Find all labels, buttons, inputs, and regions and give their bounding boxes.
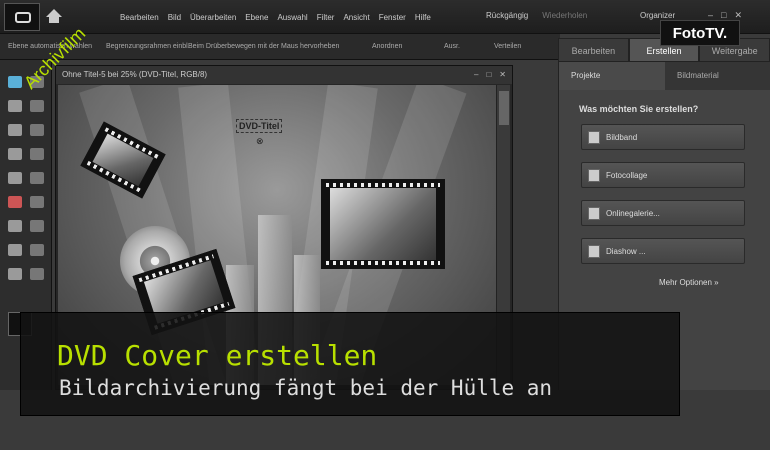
slideshow-button[interactable]: Diashow ...	[581, 238, 745, 264]
menu-hilfe[interactable]: Hilfe	[415, 13, 431, 22]
bounding-box-checkbox[interactable]: Begrenzungsrahmen einbl.	[106, 43, 190, 50]
menu-ueberarbeiten[interactable]: Überarbeiten	[190, 13, 236, 22]
photobook-label: Bildband	[606, 133, 638, 142]
gallery-icon	[588, 207, 600, 220]
eraser-tool-icon[interactable]	[30, 220, 44, 232]
paint-bucket-icon[interactable]	[8, 244, 22, 256]
photobook-button[interactable]: Bildband	[581, 124, 745, 150]
healing-brush-icon[interactable]	[30, 196, 44, 208]
slideshow-icon	[588, 245, 600, 258]
caption-subline: Bildarchivierung fängt bei der Hülle an	[59, 376, 553, 400]
transform-handle-icon[interactable]: ⊗	[256, 136, 264, 147]
doc-close-icon[interactable]: ✕	[499, 66, 506, 84]
menu-fenster[interactable]: Fenster	[379, 13, 406, 22]
tab-artwork[interactable]: Bildmaterial	[665, 62, 770, 90]
align-button[interactable]: Ausr.	[444, 43, 460, 50]
tab-projects[interactable]: Projekte	[559, 62, 665, 90]
more-options-label: Mehr Optionen	[659, 278, 712, 287]
highlight-on-hover-checkbox[interactable]: Beim Drüberbewegen mit der Maus hervorhe…	[188, 43, 339, 50]
collage-label: Fotocollage	[606, 171, 648, 180]
blur-tool-icon[interactable]	[8, 268, 22, 280]
film-frame-large[interactable]	[321, 179, 445, 269]
gradient-tool-icon[interactable]	[30, 244, 44, 256]
organizer-button[interactable]: Organizer	[640, 11, 675, 20]
red-eye-tool-icon[interactable]	[8, 196, 22, 208]
document-window-controls: – □ ✕	[474, 66, 506, 84]
panel-question: Was möchten Sie erstellen?	[579, 104, 699, 114]
caption-headline: DVD Cover erstellen	[57, 339, 378, 372]
menu-filter[interactable]: Filter	[317, 13, 335, 22]
magic-wand-icon[interactable]	[8, 124, 22, 136]
document-titlebar[interactable]: Ohne Titel-5 bei 25% (DVD-Titel, RGB/8) …	[56, 66, 512, 84]
fototv-logo: FotoTV.	[660, 20, 740, 46]
app-logo[interactable]	[4, 3, 40, 31]
menu-auswahl[interactable]: Auswahl	[277, 13, 307, 22]
selection-brush-icon[interactable]	[30, 124, 44, 136]
slideshow-label: Diashow ...	[606, 247, 646, 256]
brush-tool-icon[interactable]	[8, 220, 22, 232]
gallery-label: Onlinegalerie...	[606, 209, 660, 218]
distribute-button[interactable]: Verteilen	[494, 43, 521, 50]
lower-third-caption: DVD Cover erstellen Bildarchivierung fän…	[20, 312, 680, 416]
stamp-tool-icon[interactable]	[8, 172, 22, 184]
collage-icon	[588, 169, 600, 182]
doc-minimize-icon[interactable]: –	[474, 66, 478, 84]
menu-bild[interactable]: Bild	[168, 13, 181, 22]
panel-tabs: Projekte Bildmaterial	[559, 62, 770, 90]
arrange-button[interactable]: Anordnen	[372, 43, 402, 50]
film-perforation	[326, 183, 440, 187]
text-tool-icon[interactable]	[8, 148, 22, 160]
recompose-tool-icon[interactable]	[30, 172, 44, 184]
photo-collage-button[interactable]: Fotocollage	[581, 162, 745, 188]
history-controls: Rückgängig Wiederholen	[486, 11, 587, 20]
scrollbar-thumb[interactable]	[499, 91, 509, 125]
lasso-tool-icon[interactable]	[30, 100, 44, 112]
double-chevron-right-icon: »	[714, 278, 719, 287]
menu-ebene[interactable]: Ebene	[245, 13, 268, 22]
dvd-title-text[interactable]: DVD-Titel	[236, 119, 283, 133]
more-options-link[interactable]: Mehr Optionen »	[659, 278, 719, 287]
undo-button[interactable]: Rückgängig	[486, 11, 528, 20]
main-menu: Bearbeiten Bild Überarbeiten Ebene Auswa…	[120, 13, 431, 22]
doc-maximize-icon[interactable]: □	[486, 66, 491, 84]
sponge-tool-icon[interactable]	[30, 268, 44, 280]
document-title: Ohne Titel-5 bei 25% (DVD-Titel, RGB/8)	[62, 70, 208, 79]
redo-button[interactable]: Wiederholen	[542, 11, 587, 20]
online-gallery-button[interactable]: Onlinegalerie...	[581, 200, 745, 226]
crop-tool-icon[interactable]	[30, 148, 44, 160]
menu-bearbeiten[interactable]: Bearbeiten	[120, 13, 159, 22]
camera-icon	[15, 12, 31, 23]
photobook-icon	[588, 131, 600, 144]
home-icon[interactable]	[46, 9, 62, 23]
menu-ansicht[interactable]: Ansicht	[343, 13, 369, 22]
tab-bearbeiten[interactable]: Bearbeiten	[558, 38, 629, 62]
film-perforation	[326, 261, 440, 265]
film-photo	[330, 188, 436, 260]
